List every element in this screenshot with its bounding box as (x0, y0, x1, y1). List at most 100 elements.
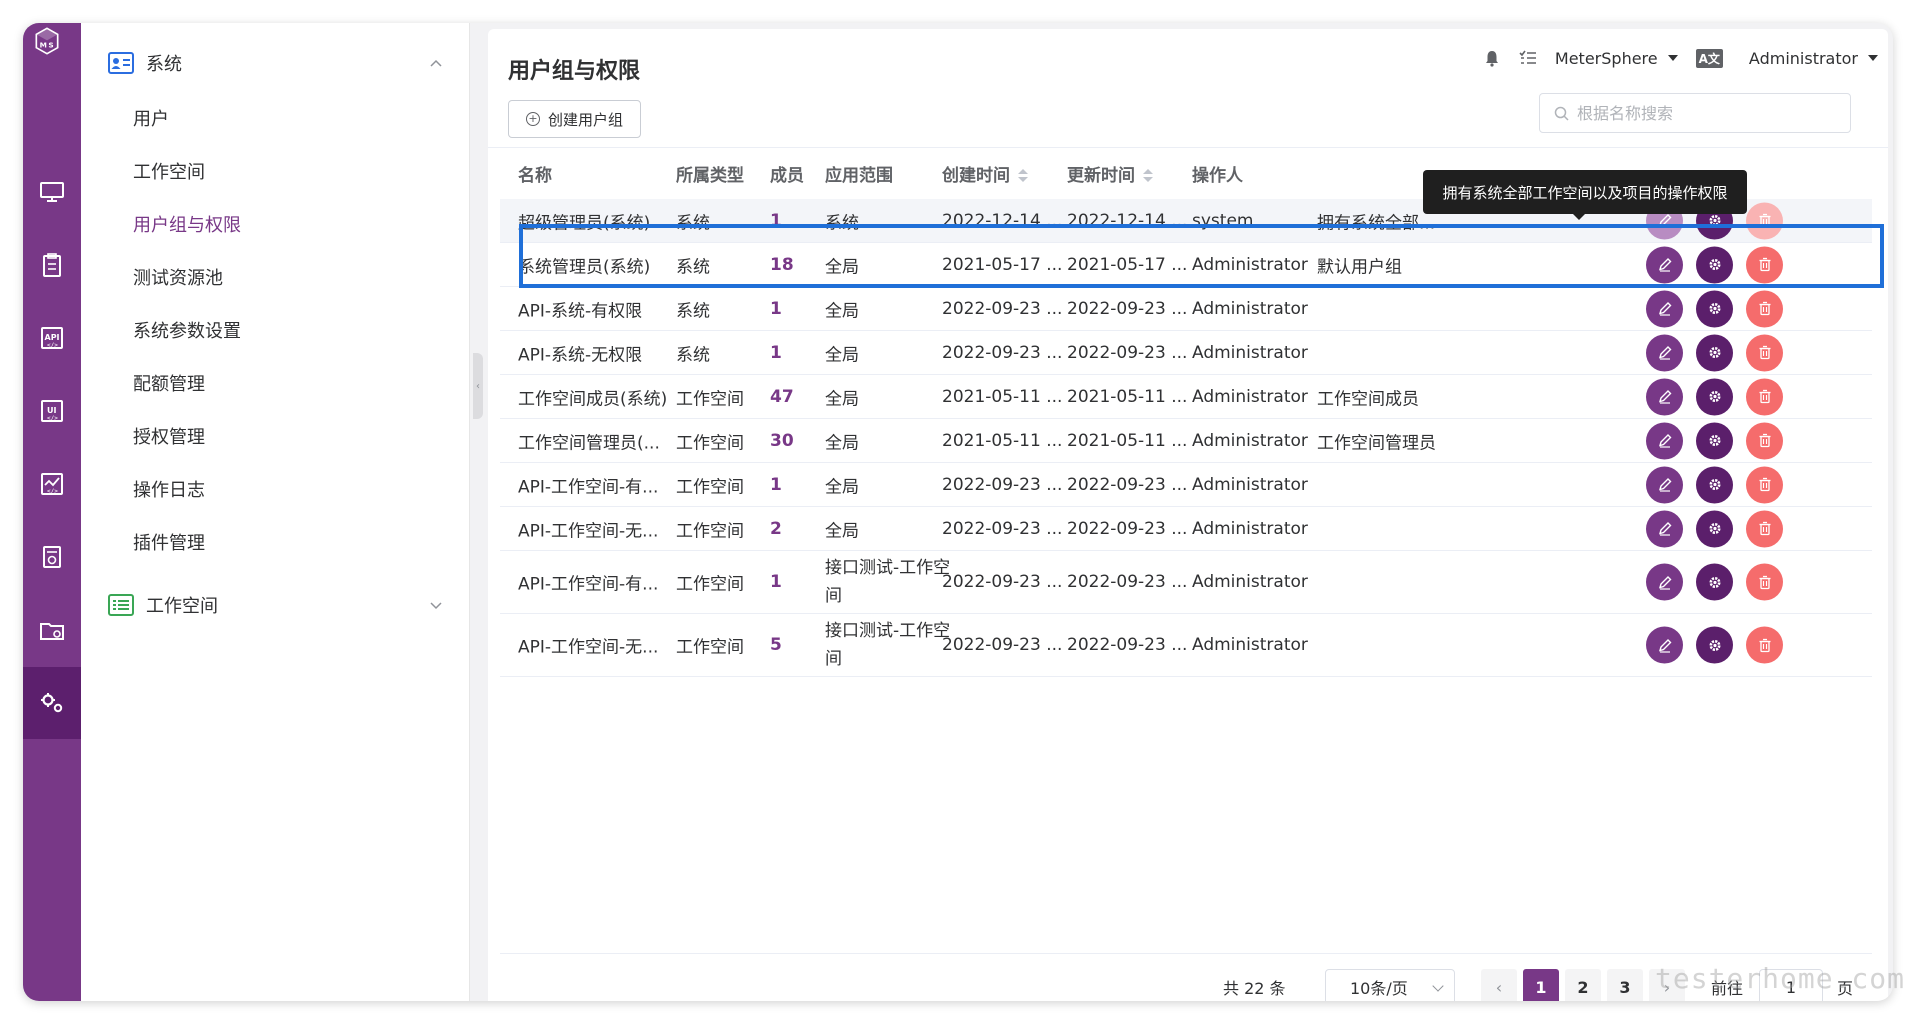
delete-button[interactable] (1746, 422, 1783, 459)
edit-button[interactable] (1646, 246, 1683, 283)
sidebar-item-system-params[interactable]: 系统参数设置 (133, 320, 241, 344)
sort-icon[interactable] (1143, 169, 1153, 183)
sort-icon[interactable] (1018, 169, 1028, 183)
delete-button[interactable] (1746, 246, 1783, 283)
cell-member[interactable]: 30 (770, 431, 794, 451)
sidebar-item-resource-pool[interactable]: 测试资源池 (133, 267, 223, 291)
search-input[interactable] (1577, 103, 1837, 123)
api-icon[interactable]: API </> (23, 302, 81, 374)
metersphere-logo-icon[interactable]: M S (33, 27, 71, 69)
permission-settings-button[interactable] (1696, 510, 1733, 547)
page-2-button[interactable]: 2 (1565, 969, 1601, 1001)
sidebar-item-workspace[interactable]: 工作空间 (133, 161, 205, 185)
edit-button[interactable] (1646, 626, 1683, 664)
permission-settings-button[interactable] (1696, 378, 1733, 415)
page-size-select[interactable]: 10条/页 (1325, 969, 1455, 1001)
create-usergroup-button[interactable]: + 创建用户组 (508, 100, 641, 138)
language-icon[interactable]: A文 (1695, 48, 1723, 68)
cell-member[interactable]: 1 (770, 299, 782, 319)
table-row[interactable]: 工作空间管理员(... 工作空间 30 全局 2021-05-11 ... 2021-05… (500, 419, 1872, 463)
table-row[interactable]: API-系统-有权限 系统 1 全局 2022-09-23 ... 2022-09-23 … (500, 287, 1872, 331)
cell-updated: 2021-05-17 ... (1067, 254, 1188, 275)
delete-button[interactable] (1746, 563, 1783, 601)
page-size-value: 10条/页 (1350, 979, 1408, 998)
cell-updated: 2022-09-23 ... (1067, 635, 1188, 655)
sidebar-item-license[interactable]: 授权管理 (133, 426, 205, 450)
settings-icon[interactable] (23, 667, 81, 739)
edit-button[interactable] (1646, 563, 1683, 601)
delete-button[interactable] (1746, 202, 1783, 239)
permission-settings-button[interactable] (1696, 290, 1733, 327)
sidebar-item-quota[interactable]: 配额管理 (133, 373, 205, 397)
bell-icon[interactable] (1483, 49, 1501, 67)
delete-button[interactable] (1746, 290, 1783, 327)
search-box[interactable] (1539, 93, 1851, 133)
cell-created: 2022-09-23 ... (942, 474, 1063, 495)
performance-icon[interactable]: </> (23, 448, 81, 520)
table-row[interactable]: API-工作空间-有... 工作空间 1 接口测试-工作空间 2022-09-23 ..… (500, 551, 1872, 614)
sidebar-collapse-handle[interactable]: ‹ (473, 353, 483, 419)
permission-settings-button[interactable] (1696, 246, 1733, 283)
cell-creator: Administrator (1192, 386, 1308, 407)
edit-button[interactable] (1646, 334, 1683, 371)
chevron-up-icon[interactable] (429, 56, 443, 70)
folder-icon[interactable] (23, 594, 81, 666)
workspace-name: MeterSphere (1554, 48, 1658, 68)
table-row[interactable]: API-工作空间-无... 工作空间 5 接口测试-工作空间 2022-09-23 ..… (500, 614, 1872, 677)
task-list-icon[interactable] (1519, 49, 1537, 67)
workspace-switcher[interactable]: MeterSphere (1555, 49, 1678, 68)
permission-settings-button[interactable] (1696, 334, 1733, 371)
cell-member[interactable]: 18 (770, 255, 794, 275)
page-3-button[interactable]: 3 (1607, 969, 1643, 1001)
sidebar-item-usergroup[interactable]: 用户组与权限 (133, 214, 241, 238)
column-created[interactable]: 创建时间 (942, 153, 1028, 199)
delete-button[interactable] (1746, 334, 1783, 371)
edit-button[interactable] (1646, 510, 1683, 547)
cell-creator: Administrator (1192, 572, 1308, 592)
column-updated-label: 更新时间 (1067, 166, 1135, 186)
column-updated[interactable]: 更新时间 (1067, 153, 1153, 199)
clipboard-icon[interactable] (23, 229, 81, 301)
delete-button[interactable] (1746, 466, 1783, 503)
edit-button[interactable] (1646, 422, 1683, 459)
chevron-down-icon[interactable] (429, 598, 443, 612)
report-icon[interactable] (23, 521, 81, 593)
permission-settings-button[interactable] (1696, 563, 1733, 601)
delete-button[interactable] (1746, 510, 1783, 547)
header-divider (488, 147, 1888, 148)
cell-type: 工作空间 (676, 574, 744, 595)
trash-icon (1759, 257, 1770, 272)
permission-settings-button[interactable] (1696, 466, 1733, 503)
sidebar-item-user[interactable]: 用户 (133, 108, 169, 132)
cell-member[interactable]: 5 (770, 635, 782, 655)
permission-settings-button[interactable] (1696, 422, 1733, 459)
ui-icon[interactable]: UI </> (23, 375, 81, 447)
table-row[interactable]: 工作空间成员(系统) 工作空间 47 全局 2021-05-11 ... 2021-05-… (500, 375, 1872, 419)
edit-button[interactable] (1646, 290, 1683, 327)
table-row[interactable]: API-工作空间-有... 工作空间 1 全局 2022-09-23 ... 2022-0… (500, 463, 1872, 507)
sidebar-group-system[interactable]: 系统 (81, 45, 470, 81)
cell-member[interactable]: 2 (770, 519, 782, 539)
cell-member[interactable]: 1 (770, 475, 782, 495)
monitor-icon[interactable] (23, 156, 81, 228)
cell-member[interactable]: 1 (770, 343, 782, 363)
cell-creator: Administrator (1192, 635, 1308, 655)
cell-member[interactable]: 1 (770, 211, 782, 231)
trash-icon (1759, 301, 1770, 316)
sidebar-item-operation-log[interactable]: 操作日志 (133, 479, 205, 503)
table-row[interactable]: API-系统-无权限 系统 1 全局 2022-09-23 ... 2022-09-23 … (500, 331, 1872, 375)
delete-button[interactable] (1746, 626, 1783, 664)
sidebar-group-workspace[interactable]: 工作空间 (81, 587, 470, 623)
edit-button[interactable] (1646, 466, 1683, 503)
delete-button[interactable] (1746, 378, 1783, 415)
page-1-button[interactable]: 1 (1523, 969, 1559, 1001)
sidebar-item-plugin[interactable]: 插件管理 (133, 532, 205, 556)
cell-member[interactable]: 47 (770, 387, 794, 407)
prev-page-button[interactable]: ‹ (1481, 969, 1517, 1001)
table-row[interactable]: API-工作空间-无... 工作空间 2 全局 2022-09-23 ... 2022-0… (500, 507, 1872, 551)
table-row[interactable]: 系统管理员(系统) 系统 18 全局 2021-05-17 ... 2021-05-17 … (500, 243, 1872, 287)
user-menu[interactable]: Administrator (1749, 49, 1878, 68)
edit-button[interactable] (1646, 378, 1683, 415)
cell-member[interactable]: 1 (770, 572, 782, 592)
permission-settings-button[interactable] (1696, 626, 1733, 664)
